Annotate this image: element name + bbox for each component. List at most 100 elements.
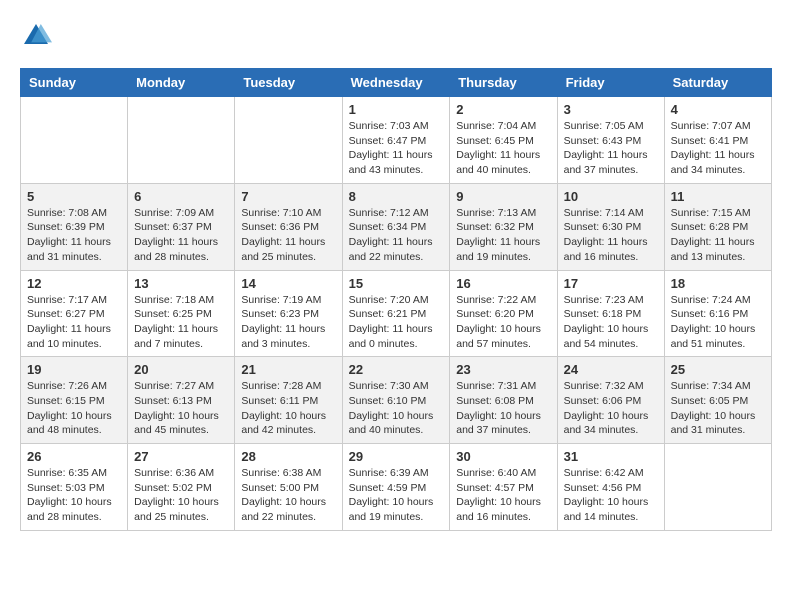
- day-number: 26: [27, 449, 121, 464]
- calendar-cell: 18 Sunrise: 7:24 AMSunset: 6:16 PMDaylig…: [664, 270, 771, 357]
- calendar-cell: 23 Sunrise: 7:31 AMSunset: 6:08 PMDaylig…: [450, 357, 557, 444]
- day-number: 22: [349, 362, 444, 377]
- day-info: Sunrise: 7:09 AMSunset: 6:37 PMDaylight:…: [134, 206, 228, 265]
- calendar-week-row: 5 Sunrise: 7:08 AMSunset: 6:39 PMDayligh…: [21, 183, 772, 270]
- day-number: 20: [134, 362, 228, 377]
- calendar-cell: [235, 97, 342, 184]
- calendar-cell: 26 Sunrise: 6:35 AMSunset: 5:03 PMDaylig…: [21, 444, 128, 531]
- day-number: 28: [241, 449, 335, 464]
- weekday-header: Tuesday: [235, 69, 342, 97]
- calendar-cell: 31 Sunrise: 6:42 AMSunset: 4:56 PMDaylig…: [557, 444, 664, 531]
- day-info: Sunrise: 6:38 AMSunset: 5:00 PMDaylight:…: [241, 466, 335, 525]
- calendar-cell: 9 Sunrise: 7:13 AMSunset: 6:32 PMDayligh…: [450, 183, 557, 270]
- day-info: Sunrise: 7:12 AMSunset: 6:34 PMDaylight:…: [349, 206, 444, 265]
- day-number: 19: [27, 362, 121, 377]
- day-info: Sunrise: 7:15 AMSunset: 6:28 PMDaylight:…: [671, 206, 765, 265]
- day-info: Sunrise: 7:32 AMSunset: 6:06 PMDaylight:…: [564, 379, 658, 438]
- calendar-cell: [128, 97, 235, 184]
- day-number: 29: [349, 449, 444, 464]
- day-info: Sunrise: 7:18 AMSunset: 6:25 PMDaylight:…: [134, 293, 228, 352]
- calendar-cell: 17 Sunrise: 7:23 AMSunset: 6:18 PMDaylig…: [557, 270, 664, 357]
- calendar-cell: 1 Sunrise: 7:03 AMSunset: 6:47 PMDayligh…: [342, 97, 450, 184]
- calendar-cell: 4 Sunrise: 7:07 AMSunset: 6:41 PMDayligh…: [664, 97, 771, 184]
- day-info: Sunrise: 6:39 AMSunset: 4:59 PMDaylight:…: [349, 466, 444, 525]
- day-info: Sunrise: 7:26 AMSunset: 6:15 PMDaylight:…: [27, 379, 121, 438]
- day-number: 25: [671, 362, 765, 377]
- day-info: Sunrise: 7:03 AMSunset: 6:47 PMDaylight:…: [349, 119, 444, 178]
- calendar-cell: 13 Sunrise: 7:18 AMSunset: 6:25 PMDaylig…: [128, 270, 235, 357]
- day-info: Sunrise: 7:27 AMSunset: 6:13 PMDaylight:…: [134, 379, 228, 438]
- day-number: 4: [671, 102, 765, 117]
- day-number: 16: [456, 276, 550, 291]
- day-number: 14: [241, 276, 335, 291]
- day-number: 31: [564, 449, 658, 464]
- day-number: 8: [349, 189, 444, 204]
- day-info: Sunrise: 7:19 AMSunset: 6:23 PMDaylight:…: [241, 293, 335, 352]
- day-info: Sunrise: 7:04 AMSunset: 6:45 PMDaylight:…: [456, 119, 550, 178]
- day-info: Sunrise: 7:14 AMSunset: 6:30 PMDaylight:…: [564, 206, 658, 265]
- calendar-cell: 6 Sunrise: 7:09 AMSunset: 6:37 PMDayligh…: [128, 183, 235, 270]
- weekday-header-row: SundayMondayTuesdayWednesdayThursdayFrid…: [21, 69, 772, 97]
- day-info: Sunrise: 7:22 AMSunset: 6:20 PMDaylight:…: [456, 293, 550, 352]
- day-number: 24: [564, 362, 658, 377]
- day-info: Sunrise: 6:35 AMSunset: 5:03 PMDaylight:…: [27, 466, 121, 525]
- day-number: 17: [564, 276, 658, 291]
- logo: [20, 20, 56, 52]
- logo-icon: [20, 20, 52, 52]
- calendar-week-row: 12 Sunrise: 7:17 AMSunset: 6:27 PMDaylig…: [21, 270, 772, 357]
- calendar-cell: 19 Sunrise: 7:26 AMSunset: 6:15 PMDaylig…: [21, 357, 128, 444]
- calendar-cell: 12 Sunrise: 7:17 AMSunset: 6:27 PMDaylig…: [21, 270, 128, 357]
- day-number: 5: [27, 189, 121, 204]
- calendar-cell: 15 Sunrise: 7:20 AMSunset: 6:21 PMDaylig…: [342, 270, 450, 357]
- day-info: Sunrise: 7:34 AMSunset: 6:05 PMDaylight:…: [671, 379, 765, 438]
- day-info: Sunrise: 7:13 AMSunset: 6:32 PMDaylight:…: [456, 206, 550, 265]
- calendar-cell: 3 Sunrise: 7:05 AMSunset: 6:43 PMDayligh…: [557, 97, 664, 184]
- calendar-week-row: 19 Sunrise: 7:26 AMSunset: 6:15 PMDaylig…: [21, 357, 772, 444]
- day-info: Sunrise: 7:07 AMSunset: 6:41 PMDaylight:…: [671, 119, 765, 178]
- day-number: 6: [134, 189, 228, 204]
- weekday-header: Monday: [128, 69, 235, 97]
- day-number: 18: [671, 276, 765, 291]
- day-number: 9: [456, 189, 550, 204]
- day-number: 27: [134, 449, 228, 464]
- calendar-cell: 20 Sunrise: 7:27 AMSunset: 6:13 PMDaylig…: [128, 357, 235, 444]
- day-number: 15: [349, 276, 444, 291]
- day-info: Sunrise: 7:28 AMSunset: 6:11 PMDaylight:…: [241, 379, 335, 438]
- day-info: Sunrise: 7:31 AMSunset: 6:08 PMDaylight:…: [456, 379, 550, 438]
- calendar-cell: [664, 444, 771, 531]
- day-info: Sunrise: 7:20 AMSunset: 6:21 PMDaylight:…: [349, 293, 444, 352]
- day-number: 30: [456, 449, 550, 464]
- weekday-header: Saturday: [664, 69, 771, 97]
- weekday-header: Thursday: [450, 69, 557, 97]
- weekday-header: Sunday: [21, 69, 128, 97]
- calendar-cell: 10 Sunrise: 7:14 AMSunset: 6:30 PMDaylig…: [557, 183, 664, 270]
- calendar-cell: 28 Sunrise: 6:38 AMSunset: 5:00 PMDaylig…: [235, 444, 342, 531]
- calendar-cell: 2 Sunrise: 7:04 AMSunset: 6:45 PMDayligh…: [450, 97, 557, 184]
- calendar-cell: [21, 97, 128, 184]
- weekday-header: Wednesday: [342, 69, 450, 97]
- calendar-week-row: 1 Sunrise: 7:03 AMSunset: 6:47 PMDayligh…: [21, 97, 772, 184]
- calendar-cell: 7 Sunrise: 7:10 AMSunset: 6:36 PMDayligh…: [235, 183, 342, 270]
- calendar-cell: 11 Sunrise: 7:15 AMSunset: 6:28 PMDaylig…: [664, 183, 771, 270]
- page-header: [20, 20, 772, 52]
- day-info: Sunrise: 6:40 AMSunset: 4:57 PMDaylight:…: [456, 466, 550, 525]
- day-info: Sunrise: 7:24 AMSunset: 6:16 PMDaylight:…: [671, 293, 765, 352]
- calendar-cell: 22 Sunrise: 7:30 AMSunset: 6:10 PMDaylig…: [342, 357, 450, 444]
- calendar-cell: 16 Sunrise: 7:22 AMSunset: 6:20 PMDaylig…: [450, 270, 557, 357]
- day-info: Sunrise: 6:42 AMSunset: 4:56 PMDaylight:…: [564, 466, 658, 525]
- weekday-header: Friday: [557, 69, 664, 97]
- day-info: Sunrise: 7:23 AMSunset: 6:18 PMDaylight:…: [564, 293, 658, 352]
- day-number: 23: [456, 362, 550, 377]
- calendar-table: SundayMondayTuesdayWednesdayThursdayFrid…: [20, 68, 772, 531]
- day-number: 10: [564, 189, 658, 204]
- day-info: Sunrise: 6:36 AMSunset: 5:02 PMDaylight:…: [134, 466, 228, 525]
- day-info: Sunrise: 7:10 AMSunset: 6:36 PMDaylight:…: [241, 206, 335, 265]
- day-number: 7: [241, 189, 335, 204]
- day-info: Sunrise: 7:05 AMSunset: 6:43 PMDaylight:…: [564, 119, 658, 178]
- day-number: 12: [27, 276, 121, 291]
- calendar-cell: 29 Sunrise: 6:39 AMSunset: 4:59 PMDaylig…: [342, 444, 450, 531]
- calendar-cell: 30 Sunrise: 6:40 AMSunset: 4:57 PMDaylig…: [450, 444, 557, 531]
- day-info: Sunrise: 7:08 AMSunset: 6:39 PMDaylight:…: [27, 206, 121, 265]
- day-number: 2: [456, 102, 550, 117]
- calendar-week-row: 26 Sunrise: 6:35 AMSunset: 5:03 PMDaylig…: [21, 444, 772, 531]
